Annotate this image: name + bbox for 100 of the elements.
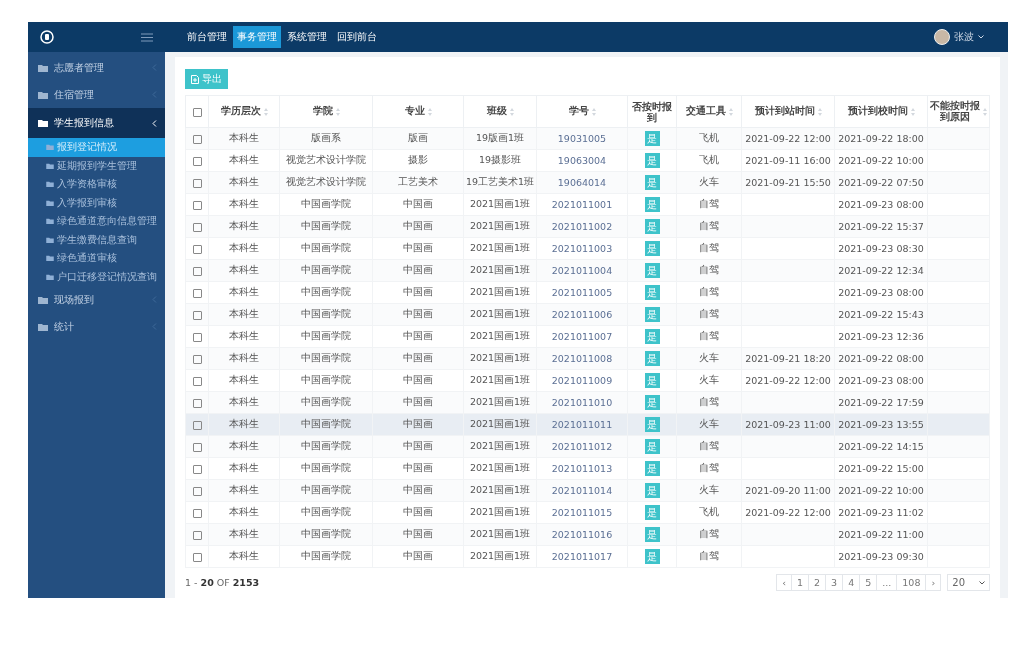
checkbox[interactable] xyxy=(192,267,202,276)
table-cell: 2021-09-22 15:00 xyxy=(838,463,924,474)
checkbox[interactable] xyxy=(192,443,202,452)
checkbox[interactable] xyxy=(192,108,202,117)
checkbox[interactable] xyxy=(192,223,202,232)
table-cell: 2021国画1班 xyxy=(469,308,531,319)
table-cell: 2021国画1班 xyxy=(469,352,531,363)
table-cell: 中国画 xyxy=(403,484,433,495)
table-cell: 本科生 xyxy=(229,132,259,143)
avatar[interactable] xyxy=(934,29,950,45)
checkbox[interactable] xyxy=(192,201,202,210)
sidebar-subitem[interactable]: 绿色通道意向信息管理 xyxy=(28,212,165,231)
menu-icon[interactable] xyxy=(141,32,153,42)
status-badge: 是 xyxy=(644,197,660,212)
page-button[interactable]: 5 xyxy=(859,574,878,591)
sort-icon xyxy=(910,107,915,116)
sidebar-item[interactable]: 现场报到 xyxy=(28,286,165,313)
nav-tab[interactable]: 事务管理 xyxy=(233,26,281,48)
nav-tab[interactable]: 前台管理 xyxy=(183,26,231,48)
sidebar-subitem[interactable]: 绿色通道审核 xyxy=(28,249,165,268)
checkbox[interactable] xyxy=(192,421,202,430)
table-cell: 中国画 xyxy=(403,506,433,517)
page-button[interactable]: 2 xyxy=(808,574,827,591)
checkbox[interactable] xyxy=(192,355,202,364)
table-cell: 中国画学院 xyxy=(301,484,351,495)
page-button[interactable]: 108 xyxy=(896,574,927,591)
nav-tab[interactable]: 回到前台 xyxy=(333,26,381,48)
table-cell: 2021-09-22 12:00 xyxy=(745,375,831,386)
column-header[interactable]: 交通工具 xyxy=(676,95,742,128)
folder-icon xyxy=(46,255,54,262)
table-cell: 2021国画1班 xyxy=(469,396,531,407)
table-cell: 2021-09-22 10:00 xyxy=(838,485,924,496)
checkbox[interactable] xyxy=(192,135,202,144)
table-cell: 自驾 xyxy=(699,396,719,407)
column-header[interactable]: 专业 xyxy=(372,95,464,128)
table-cell: 本科生 xyxy=(229,396,259,407)
sidebar-subitem[interactable]: 户口迁移登记情况查询 xyxy=(28,267,165,286)
sidebar-subitem[interactable]: 入学报到审核 xyxy=(28,193,165,212)
column-header[interactable]: 班级 xyxy=(463,95,537,128)
table-cell: 自驾 xyxy=(699,220,719,231)
page-size-select[interactable]: 20 xyxy=(947,574,990,591)
sidebar-item[interactable]: 统计 xyxy=(28,313,165,340)
checkbox[interactable] xyxy=(192,245,202,254)
table-cell: 2021-09-22 12:34 xyxy=(838,265,924,276)
table-cell: 2021-09-23 09:30 xyxy=(838,551,924,562)
table-cell: 自驾 xyxy=(699,462,719,473)
page-button[interactable]: 4 xyxy=(842,574,861,591)
checkbox[interactable] xyxy=(192,465,202,474)
checkbox[interactable] xyxy=(192,509,202,518)
table-cell: 中国画 xyxy=(403,528,433,539)
column-header[interactable]: 否按时报到 xyxy=(627,95,677,128)
checkbox[interactable] xyxy=(192,553,202,562)
table-cell: 2021国画1班 xyxy=(469,462,531,473)
table-cell: 2021011010 xyxy=(551,397,613,408)
table-cell: 中国画学院 xyxy=(301,440,351,451)
sidebar-item[interactable]: 学生报到信息 xyxy=(28,108,165,138)
table-cell: 19063004 xyxy=(557,155,607,166)
checkbox[interactable] xyxy=(192,377,202,386)
next-page-button[interactable]: › xyxy=(925,574,942,591)
nav-tab[interactable]: 系统管理 xyxy=(283,26,331,48)
table-cell: 2021011003 xyxy=(551,243,613,254)
column-header[interactable]: 不能按时报到原因 xyxy=(927,95,990,128)
table-cell: 版画 xyxy=(408,132,428,143)
checkbox[interactable] xyxy=(192,311,202,320)
table-cell: 火车 xyxy=(699,484,719,495)
column-header[interactable]: 学院 xyxy=(279,95,373,128)
sidebar-item[interactable]: 志愿者管理 xyxy=(28,54,165,81)
table-cell: 本科生 xyxy=(229,506,259,517)
status-badge: 是 xyxy=(644,285,660,300)
checkbox[interactable] xyxy=(192,333,202,342)
checkbox[interactable] xyxy=(192,399,202,408)
checkbox[interactable] xyxy=(192,179,202,188)
checkbox[interactable] xyxy=(192,487,202,496)
previous-page-button[interactable]: ‹ xyxy=(776,574,792,591)
checkbox[interactable] xyxy=(192,531,202,540)
sidebar-subitem[interactable]: 入学资格审核 xyxy=(28,175,165,194)
table-cell: 视觉艺术设计学院 xyxy=(286,154,366,165)
sidebar-item[interactable]: 住宿管理 xyxy=(28,81,165,108)
table-cell: 视觉艺术设计学院 xyxy=(286,176,366,187)
column-header[interactable]: 学号 xyxy=(536,95,628,128)
status-badge: 是 xyxy=(644,439,660,454)
folder-icon xyxy=(46,218,54,225)
table-cell: 2021国画1班 xyxy=(469,440,531,451)
table-cell: 中国画 xyxy=(403,220,433,231)
table-cell: 版画系 xyxy=(311,132,341,143)
page-button[interactable]: 1 xyxy=(791,574,810,591)
sidebar-subitem[interactable]: 学生缴费信息查询 xyxy=(28,230,165,249)
checkbox[interactable] xyxy=(192,157,202,166)
checkbox[interactable] xyxy=(192,289,202,298)
column-header[interactable]: 预计到校时间 xyxy=(834,95,928,128)
user-name[interactable]: 张波 xyxy=(954,30,974,44)
table-cell: 19031005 xyxy=(557,133,607,144)
page-button[interactable]: 3 xyxy=(825,574,844,591)
sidebar-subitem[interactable]: 延期报到学生管理 xyxy=(28,156,165,175)
column-header[interactable]: 学历层次 xyxy=(208,95,280,128)
table-cell: 本科生 xyxy=(229,440,259,451)
page-button[interactable]: ... xyxy=(876,574,898,591)
caret-icon[interactable] xyxy=(978,35,984,39)
column-header[interactable]: 预计到站时间 xyxy=(741,95,835,128)
table-cell: 2021-09-22 12:00 xyxy=(745,507,831,518)
